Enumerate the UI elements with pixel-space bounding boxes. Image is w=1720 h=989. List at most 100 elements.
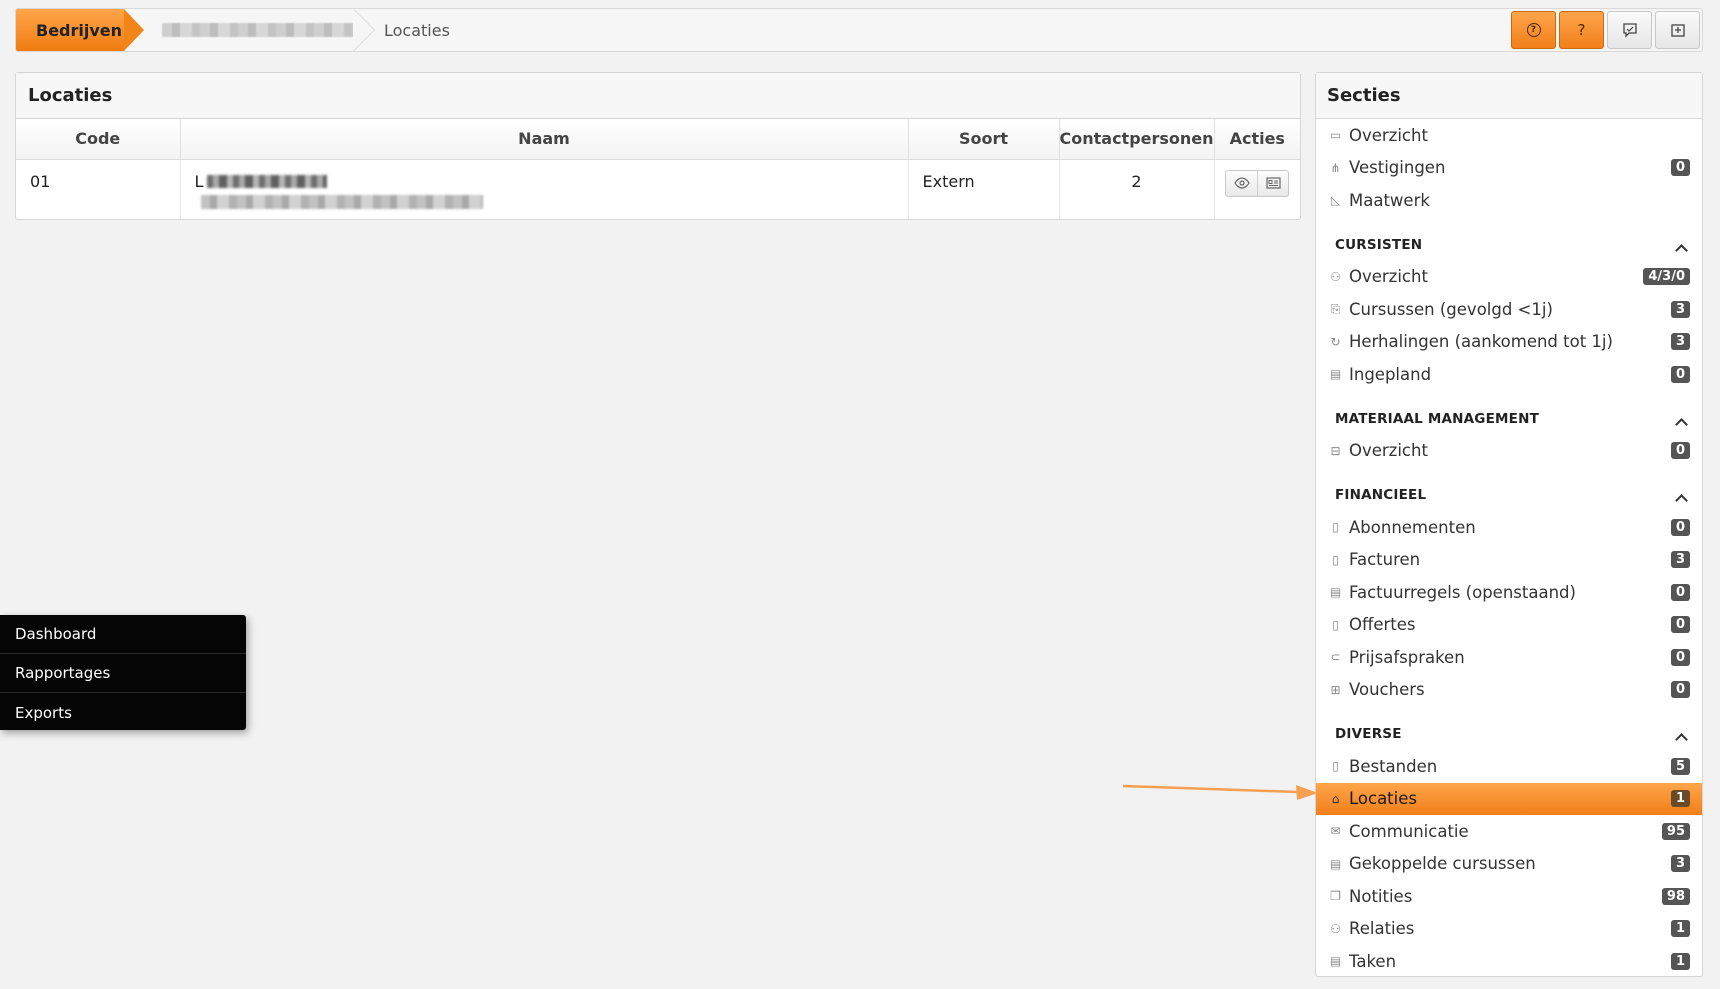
column-header-code[interactable]: Code <box>16 119 181 160</box>
annotation-arrow-icon <box>1122 784 1318 800</box>
nav-item-label: Bestanden <box>1349 756 1438 776</box>
column-header-contactpersonen[interactable]: Contactpersonen <box>1059 119 1215 160</box>
count-badge: 1 <box>1670 952 1690 970</box>
redacted-location-name <box>207 174 328 188</box>
column-header-soort[interactable]: Soort <box>908 119 1060 160</box>
nav-item-cursisten-overzicht[interactable]: ⚇ Overzicht 4/3/0 <box>1316 261 1702 294</box>
nav-item-label: Factuurregels (openstaand) <box>1349 582 1576 602</box>
nav-item-gekoppelde-cursussen[interactable]: ▤ Gekoppelde cursussen 3 <box>1316 848 1702 881</box>
id-card-icon <box>1266 177 1281 189</box>
quote-icon: ▯ <box>1332 617 1339 632</box>
chat-button[interactable] <box>1607 11 1652 49</box>
export-button[interactable] <box>1655 11 1700 49</box>
chevron-up-icon[interactable] <box>1675 243 1688 257</box>
nav-item-label: Ingepland <box>1349 364 1432 384</box>
nav-item-label: Maatwerk <box>1349 190 1430 210</box>
contact-card-button[interactable] <box>1257 170 1288 196</box>
group-diverse[interactable]: DIVERSE <box>1316 706 1702 750</box>
nav-item-bestanden[interactable]: ▯ Bestanden 5 <box>1316 750 1702 783</box>
cell-acties <box>1214 159 1300 219</box>
help-circle-button[interactable]: ? <box>1511 11 1556 49</box>
nav-item-prijsafspraken[interactable]: ⊂ Prijsafspraken 0 <box>1316 641 1702 674</box>
nav-item-vouchers[interactable]: ⊞ Vouchers 0 <box>1316 674 1702 707</box>
nav-item-taken[interactable]: ▤ Taken 1 <box>1316 945 1702 978</box>
view-button[interactable] <box>1226 171 1257 196</box>
nav-item-label: Abonnementen <box>1349 517 1476 537</box>
nav-item-notities[interactable]: ❐ Notities 98 <box>1316 880 1702 913</box>
secties-panel: Secties ▭ Overzicht ⋔ Vestigingen 0 ◺ Ma… <box>1315 72 1703 977</box>
group-financieel[interactable]: FINANCIEEL <box>1316 467 1702 511</box>
menu-item-rapportages[interactable]: Rapportages <box>0 654 246 693</box>
breadcrumb-bedrijven[interactable]: Bedrijven <box>16 9 144 51</box>
nav-item-label: Locaties <box>1349 789 1417 809</box>
nav-item-ingepland[interactable]: ▤ Ingepland 0 <box>1316 358 1702 391</box>
table-row[interactable]: 01 L Extern 2 <box>16 159 1300 219</box>
table-header-row: Code Naam Soort Contactpersonen Acties <box>16 119 1300 160</box>
locaties-title: Locaties <box>16 73 1300 119</box>
column-header-naam[interactable]: Naam <box>180 119 909 160</box>
floating-menu: Dashboard Rapportages Exports <box>0 615 246 730</box>
count-badge: 0 <box>1670 616 1690 634</box>
export-icon <box>1670 24 1685 37</box>
overview-icon: ▭ <box>1329 128 1342 143</box>
calendar-icon: ▤ <box>1329 367 1342 382</box>
question-button[interactable]: ? <box>1559 11 1604 49</box>
nav-item-label: Gekoppelde cursussen <box>1349 854 1536 874</box>
group-title: MATERIAAL MANAGEMENT <box>1335 410 1539 427</box>
cell-naam: L <box>180 159 909 219</box>
nav-item-factuurregels[interactable]: ▤ Factuurregels (openstaand) 0 <box>1316 576 1702 609</box>
nav-item-maatwerk[interactable]: ◺ Maatwerk <box>1316 184 1702 217</box>
count-badge: 4/3/0 <box>1643 268 1690 286</box>
nav-item-label: Vouchers <box>1349 680 1425 700</box>
chevron-up-icon[interactable] <box>1675 494 1688 507</box>
locaties-panel: Locaties Code Naam Soort Contactpersonen… <box>15 72 1301 220</box>
breadcrumb-company-redacted[interactable] <box>144 9 354 51</box>
nav-item-relaties[interactable]: ⚇ Relaties 1 <box>1316 913 1702 946</box>
group-title: FINANCIEEL <box>1335 487 1427 503</box>
menu-item-exports[interactable]: Exports <box>0 693 246 732</box>
nav-item-abonnementen[interactable]: ▯ Abonnementen 0 <box>1316 511 1702 544</box>
relations-icon: ⚇ <box>1330 921 1341 936</box>
nav-item-facturen[interactable]: ▯ Facturen 3 <box>1316 544 1702 577</box>
document-icon: ▯ <box>1332 520 1339 535</box>
nav-item-label: Communicatie <box>1349 821 1469 841</box>
count-badge: 0 <box>1670 365 1690 383</box>
count-badge: 3 <box>1670 855 1690 873</box>
box-icon: ⊟ <box>1330 443 1341 458</box>
count-badge: 95 <box>1661 822 1690 840</box>
nav-item-cursussen[interactable]: ⎘ Cursussen (gevolgd <1j) 3 <box>1316 293 1702 326</box>
naam-line: L <box>195 172 908 191</box>
count-badge: 0 <box>1670 442 1690 460</box>
count-badge: 0 <box>1670 159 1690 177</box>
help-circle-icon: ? <box>1526 23 1541 37</box>
row-actions <box>1225 169 1290 197</box>
nav-item-label: Vestigingen <box>1349 158 1446 178</box>
list-icon: ▤ <box>1329 585 1342 600</box>
chevron-up-icon[interactable] <box>1675 733 1688 746</box>
count-badge: 0 <box>1670 648 1690 666</box>
group-materiaal-management[interactable]: MATERIAAL MANAGEMENT <box>1316 391 1702 435</box>
chat-icon <box>1622 23 1637 38</box>
nav-item-locaties[interactable]: ⌂ Locaties 1 <box>1316 782 1702 815</box>
chevron-up-icon[interactable] <box>1675 417 1688 431</box>
nav-item-herhalingen[interactable]: ↻ Herhalingen (aankomend tot 1j) 3 <box>1316 326 1702 359</box>
nav-item-label: Facturen <box>1349 550 1421 570</box>
count-badge: 1 <box>1670 790 1690 808</box>
breadcrumb-bar: Bedrijven Locaties ? ? <box>15 8 1703 52</box>
locaties-table: Code Naam Soort Contactpersonen Acties 0… <box>16 119 1300 219</box>
cell-soort: Extern <box>908 159 1060 219</box>
nav-item-label: Overzicht <box>1349 267 1428 287</box>
nav-item-vestigingen[interactable]: ⋔ Vestigingen 0 <box>1316 152 1702 185</box>
group-cursisten[interactable]: CURSISTEN <box>1316 217 1702 261</box>
nav-item-label: Notities <box>1349 886 1413 906</box>
invoice-icon: ▯ <box>1332 552 1339 567</box>
nav-item-overzicht[interactable]: ▭ Overzicht <box>1316 119 1702 152</box>
group-title: DIVERSE <box>1335 726 1402 742</box>
nav-item-label: Herhalingen (aankomend tot 1j) <box>1349 332 1613 352</box>
menu-item-dashboard[interactable]: Dashboard <box>0 615 246 654</box>
nav-item-offertes[interactable]: ▯ Offertes 0 <box>1316 609 1702 642</box>
count-badge: 98 <box>1661 887 1690 905</box>
handshake-icon: ⊂ <box>1330 650 1341 665</box>
nav-item-communicatie[interactable]: ✉ Communicatie 95 <box>1316 815 1702 848</box>
nav-item-materiaal-overzicht[interactable]: ⊟ Overzicht 0 <box>1316 435 1702 468</box>
